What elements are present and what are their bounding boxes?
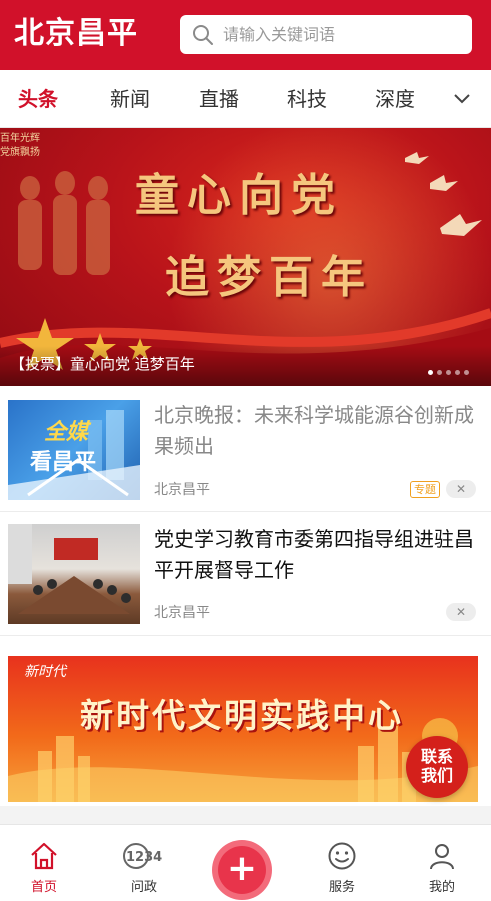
banner-corner-text: 党旗飘扬 xyxy=(0,147,40,158)
app-header: 北京昌平 请输入关键词语 xyxy=(0,0,491,70)
news-thumbnail xyxy=(8,524,140,624)
banner-corner-text: 百年光辉 xyxy=(0,133,40,144)
contact-us-label: 联系 xyxy=(420,747,453,766)
hotline-12345-icon: 12345 xyxy=(123,843,162,869)
contact-us-button[interactable]: 联系 我们 xyxy=(406,736,468,798)
hero-banner[interactable]: 百年光辉 党旗飘扬 童心向党 追梦百年 【投票】童心向党 追梦百年 xyxy=(0,128,491,386)
contact-us-label: 我们 xyxy=(420,766,453,785)
carousel-dot[interactable] xyxy=(464,370,469,375)
news-title[interactable]: 党史学习教育市委第四指导组进驻昌平开展督导工作 xyxy=(154,524,474,586)
nav-label: 服务 xyxy=(328,880,355,895)
carousel-indicator xyxy=(428,360,473,375)
tab-headline[interactable]: 头条 xyxy=(18,86,58,112)
banner-art-title: 追梦百年 xyxy=(165,252,373,303)
user-icon xyxy=(430,844,454,870)
search-placeholder: 请输入关键词语 xyxy=(223,25,336,44)
dismiss-button[interactable]: ✕ xyxy=(446,480,476,498)
thumbnail-text: 全媒 xyxy=(44,420,89,445)
nav-home[interactable]: 首页 xyxy=(4,825,84,901)
thumbnail-text: 看昌平 xyxy=(30,450,97,475)
plus-icon: + xyxy=(218,846,266,894)
promo-seal: 新时代 xyxy=(24,664,66,680)
topic-badge: 专题 xyxy=(410,481,440,498)
nav-label: 我的 xyxy=(428,880,455,895)
news-list-item[interactable]: 全媒 看昌平 北京晚报：未来科学城能源谷创新成果频出 北京昌平 专题 ✕ xyxy=(0,386,491,512)
carousel-dot[interactable] xyxy=(428,370,433,375)
carousel-dot[interactable] xyxy=(437,370,442,375)
carousel-dot[interactable] xyxy=(446,370,451,375)
publish-button[interactable]: + xyxy=(212,840,272,900)
hotline-text: 12345 xyxy=(126,850,162,865)
dismiss-button[interactable]: ✕ xyxy=(446,603,476,621)
news-title[interactable]: 北京晚报：未来科学城能源谷创新成果频出 xyxy=(154,400,474,462)
tab-news[interactable]: 新闻 xyxy=(110,86,150,112)
search-input[interactable]: 请输入关键词语 xyxy=(180,15,472,54)
news-list-item[interactable]: 党史学习教育市委第四指导组进驻昌平开展督导工作 北京昌平 ✕ xyxy=(0,512,491,636)
nav-label: 首页 xyxy=(30,880,57,895)
banner-caption[interactable]: 【投票】童心向党 追梦百年 xyxy=(10,354,195,374)
nav-label: 问政 xyxy=(130,880,157,895)
news-thumbnail: 全媒 看昌平 xyxy=(8,400,140,500)
chevron-down-icon[interactable] xyxy=(452,90,472,108)
nav-inquiry[interactable]: 12345 问政 xyxy=(104,825,184,901)
app-logo: 北京昌平 xyxy=(14,16,138,51)
nav-profile[interactable]: 我的 xyxy=(402,825,482,901)
channel-tabs: 头条 新闻 直播 科技 深度 xyxy=(0,70,491,128)
smiley-icon xyxy=(328,842,356,870)
bottom-nav: 首页 12345 问政 + 服务 我的 xyxy=(0,824,491,901)
tab-tech[interactable]: 科技 xyxy=(287,86,327,112)
home-icon xyxy=(31,842,57,870)
tab-depth[interactable]: 深度 xyxy=(375,86,415,112)
section-divider xyxy=(0,806,491,824)
tab-live[interactable]: 直播 xyxy=(199,86,239,112)
news-source: 北京昌平 xyxy=(154,482,210,498)
carousel-dot[interactable] xyxy=(455,370,460,375)
nav-service[interactable]: 服务 xyxy=(302,825,382,901)
banner-art-title: 童心向党 xyxy=(135,170,343,221)
promo-title: 新时代文明实践中心 xyxy=(80,696,404,735)
news-source: 北京昌平 xyxy=(154,605,210,621)
search-icon xyxy=(193,25,213,45)
